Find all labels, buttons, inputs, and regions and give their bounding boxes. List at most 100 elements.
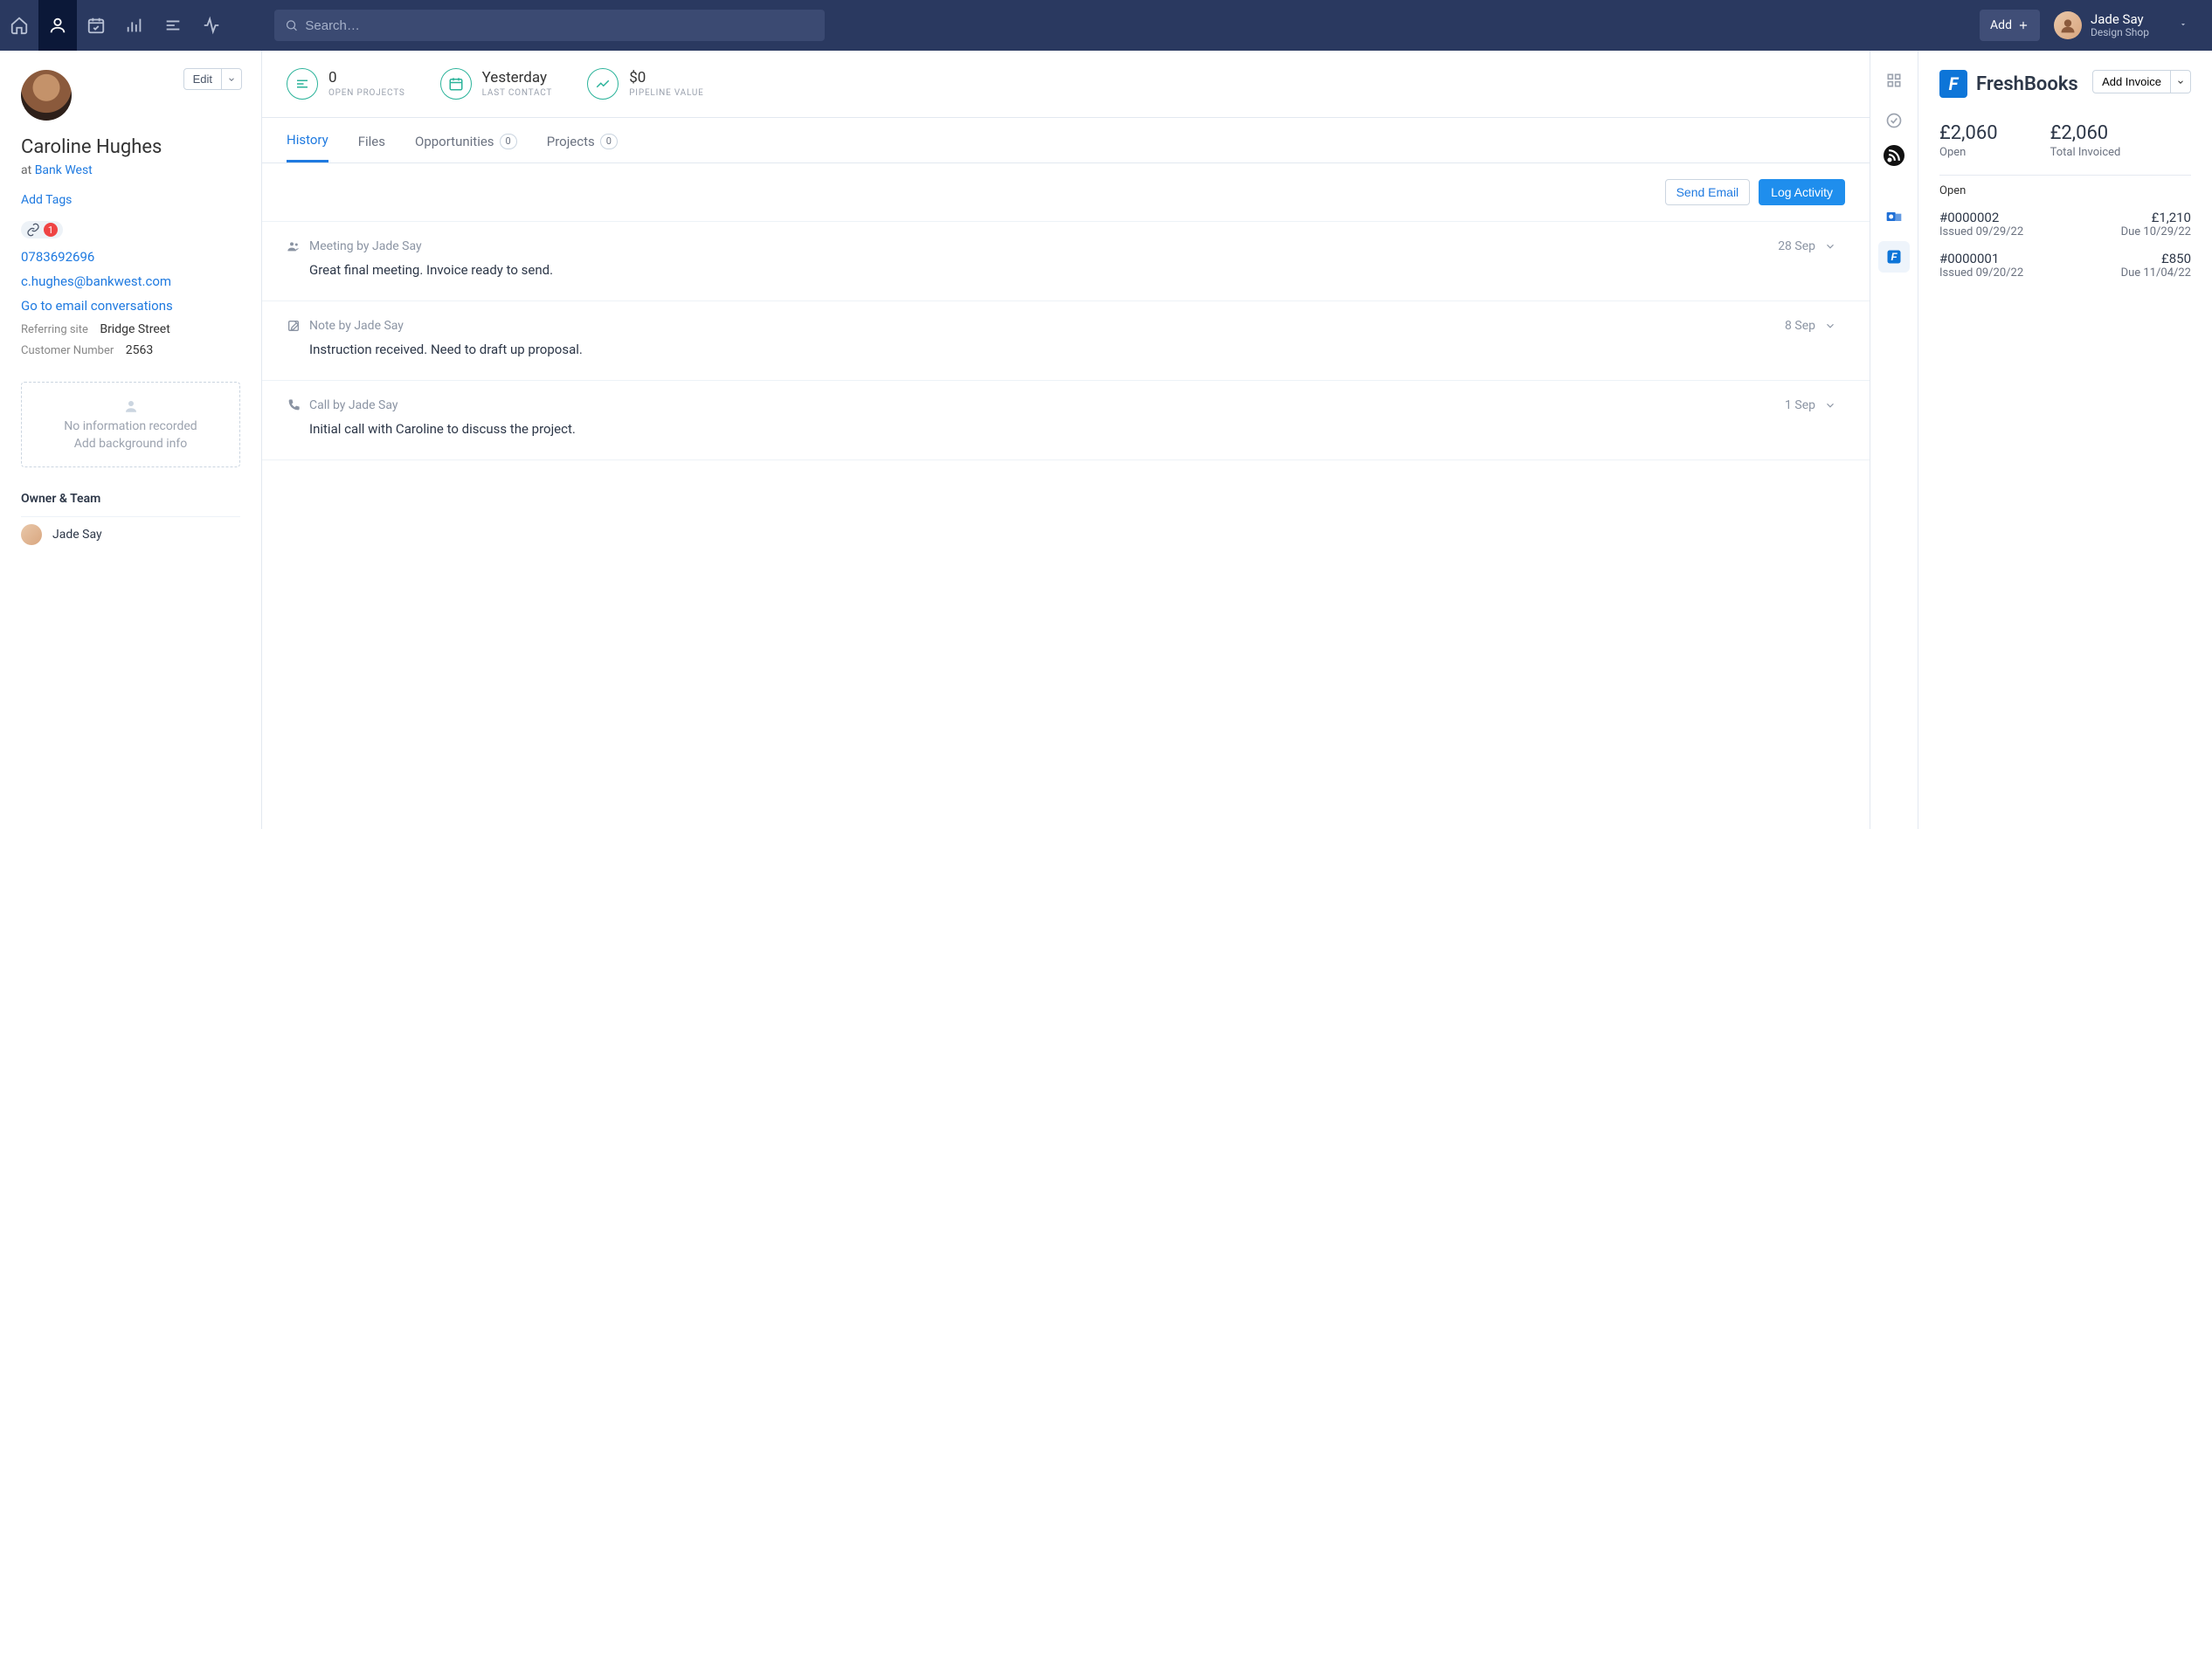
chevron-down-icon[interactable] — [1824, 399, 1836, 411]
tab-label: Opportunities — [415, 134, 494, 149]
chevron-down-icon[interactable] — [1824, 240, 1836, 252]
referring-site-row: Referring site Bridge Street — [21, 322, 240, 336]
activity-item: Call by Jade Say 1 Sep Initial call with… — [262, 381, 1870, 460]
link-icon — [26, 223, 40, 237]
kpi-label: Open Projects — [328, 88, 405, 98]
background-info-box[interactable]: No information recorded Add background i… — [21, 382, 240, 467]
stat-label: Total Invoiced — [2050, 146, 2121, 159]
kpi-last-contact[interactable]: Yesterday Last Contact — [440, 68, 553, 100]
contact-phone[interactable]: 0783692696 — [21, 249, 240, 265]
activity-body: Instruction received. Need to draft up p… — [309, 342, 1845, 357]
edit-dropdown[interactable] — [222, 68, 242, 90]
strip-freshbooks[interactable]: F — [1878, 241, 1910, 273]
contact-sidebar: Edit Caroline Hughes at Bank West Add Ta… — [0, 51, 262, 829]
activity-label: Meeting by Jade Say — [309, 239, 422, 253]
owner-row[interactable]: Jade Say — [21, 524, 240, 545]
tab-history[interactable]: History — [287, 132, 328, 162]
activity-header[interactable]: Note by Jade Say 8 Sep — [287, 319, 1845, 333]
strip-rss[interactable] — [1884, 145, 1904, 166]
tab-files[interactable]: Files — [358, 132, 385, 162]
invoice-due: Due 11/04/22 — [2121, 266, 2191, 280]
edit-button[interactable]: Edit — [183, 68, 222, 90]
add-tags-link[interactable]: Add Tags — [21, 193, 72, 207]
nav-contacts[interactable] — [38, 0, 77, 51]
linked-count: 1 — [44, 223, 58, 237]
activity-body: Great final meeting. Invoice ready to se… — [309, 262, 1845, 278]
contact-name: Caroline Hughes — [21, 136, 240, 158]
strip-apps[interactable] — [1878, 65, 1910, 96]
kpi-value: Yesterday — [482, 70, 553, 86]
freshbooks-brand: FreshBooks — [1976, 73, 2078, 95]
freshbooks-mark: F — [1939, 70, 1967, 98]
linked-items-badge[interactable]: 1 — [21, 221, 63, 238]
freshbooks-stats: £2,060 Open £2,060 Total Invoiced — [1939, 122, 2191, 159]
owner-name: Jade Say — [52, 528, 102, 542]
chevron-down-icon — [2179, 20, 2188, 29]
search-input[interactable] — [305, 18, 814, 33]
at-prefix: at — [21, 163, 31, 177]
nav-lists[interactable] — [154, 0, 192, 51]
send-email-button[interactable]: Send Email — [1665, 179, 1751, 205]
user-menu[interactable]: Jade Say Design Shop — [2054, 11, 2188, 39]
projects-icon — [294, 76, 310, 92]
activity-body: Initial call with Caroline to discuss th… — [309, 421, 1845, 437]
add-button[interactable]: Add — [1980, 10, 2040, 41]
grid-icon — [1885, 72, 1903, 89]
nav-activity[interactable] — [192, 0, 231, 51]
activity-header[interactable]: Meeting by Jade Say 28 Sep — [287, 239, 1845, 253]
tab-opportunities[interactable]: Opportunities 0 — [415, 132, 517, 162]
activity-date: 1 Sep — [1785, 398, 1815, 412]
kpi-pipeline[interactable]: $0 Pipeline Value — [587, 68, 703, 100]
kpi-row: 0 Open Projects Yesterday Last Contact $… — [262, 51, 1870, 118]
company-link[interactable]: Bank West — [35, 163, 93, 177]
strip-tasks[interactable] — [1878, 105, 1910, 136]
tab-count: 0 — [500, 134, 517, 149]
chevron-down-icon[interactable] — [1824, 320, 1836, 332]
note-icon — [287, 319, 301, 333]
tab-projects[interactable]: Projects 0 — [547, 132, 618, 162]
activity-panel: 0 Open Projects Yesterday Last Contact $… — [262, 51, 1870, 829]
stat-value: £2,060 — [1939, 122, 1998, 144]
global-search[interactable] — [274, 10, 825, 41]
invoice-issued: Issued 09/20/22 — [1939, 266, 2023, 280]
invoice-row[interactable]: #0000002 Issued 09/29/22 £1,210 Due 10/2… — [1939, 210, 2191, 238]
tabs: History Files Opportunities 0 Projects 0 — [262, 118, 1870, 163]
action-row: Send Email Log Activity — [262, 163, 1870, 222]
customer-number-label: Customer Number — [21, 344, 114, 357]
user-meta: Jade Say Design Shop — [2091, 12, 2149, 39]
activity-item: Meeting by Jade Say 28 Sep Great final m… — [262, 222, 1870, 301]
nav-calendar[interactable] — [77, 0, 115, 51]
add-invoice-button[interactable]: Add Invoice — [2092, 70, 2171, 93]
person-placeholder-icon — [123, 398, 139, 414]
outlook-icon — [1885, 208, 1903, 225]
log-activity-button[interactable]: Log Activity — [1759, 179, 1845, 205]
activity-header[interactable]: Call by Jade Say 1 Sep — [287, 398, 1845, 412]
contact-company: at Bank West — [21, 163, 240, 177]
nav-pipeline[interactable] — [115, 0, 154, 51]
strip-outlook[interactable] — [1878, 201, 1910, 232]
contact-info: 0783692696 c.hughes@bankwest.com Go to e… — [21, 249, 240, 314]
owner-team-header: Owner & Team — [21, 492, 240, 506]
user-menu-chevron — [2179, 18, 2188, 32]
contact-email[interactable]: c.hughes@bankwest.com — [21, 273, 240, 289]
divider — [1939, 175, 2191, 176]
bars-icon — [125, 16, 144, 35]
email-conversations-link[interactable]: Go to email conversations — [21, 298, 240, 314]
kpi-label: Pipeline Value — [629, 88, 703, 98]
add-invoice-group: Add Invoice — [2092, 70, 2191, 93]
stat-open: £2,060 Open — [1939, 122, 1998, 159]
nav-home[interactable] — [0, 0, 38, 51]
activity-date: 28 Sep — [1778, 239, 1815, 253]
user-shop: Design Shop — [2091, 26, 2149, 38]
invoice-row[interactable]: #0000001 Issued 09/20/22 £850 Due 11/04/… — [1939, 251, 2191, 280]
tab-label: Projects — [547, 134, 595, 149]
tab-count: 0 — [600, 134, 618, 149]
kpi-open-projects[interactable]: 0 Open Projects — [287, 68, 405, 100]
svg-text:F: F — [1891, 252, 1897, 263]
kpi-circle — [440, 68, 472, 100]
calendar-check-icon — [86, 16, 106, 35]
top-nav: Add Jade Say Design Shop — [0, 0, 2212, 51]
activity-label: Note by Jade Say — [309, 319, 404, 333]
bg-line2: Add background info — [38, 437, 224, 451]
add-invoice-dropdown[interactable] — [2171, 70, 2191, 93]
